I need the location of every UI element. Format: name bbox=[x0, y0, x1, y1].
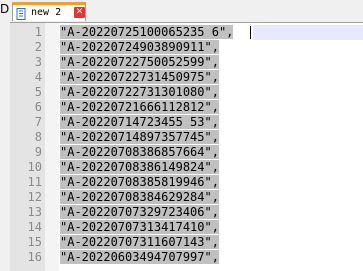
editor-line[interactable]: 15 "A-20220707311607143", bbox=[10, 234, 363, 250]
line-text: "A-20220708384629284", bbox=[60, 189, 219, 205]
editor-line[interactable]: 11 "A-20220708385819946", bbox=[10, 174, 363, 190]
line-number: 14 bbox=[27, 220, 42, 234]
selected-text: "A-20220708386149824", bbox=[60, 160, 219, 174]
line-text: "A-20220721666112812", bbox=[60, 99, 219, 115]
line-text: "A-20220714723455 53", bbox=[60, 114, 219, 130]
editor-line[interactable]: 5 "A-20220722731301080", bbox=[10, 84, 363, 100]
line-number: 15 bbox=[27, 235, 42, 249]
line-number: 2 bbox=[34, 40, 42, 54]
editor-line[interactable]: 12 "A-20220708384629284", bbox=[10, 189, 363, 205]
text-editor[interactable]: 1 "A-20220725100065235 6", 2 "A-20220724903… bbox=[10, 23, 363, 271]
line-number: 8 bbox=[34, 130, 42, 144]
editor-line[interactable]: 9 "A-20220708386857664", bbox=[10, 144, 363, 160]
editor-line[interactable]: 10 "A-20220708386149824", bbox=[10, 159, 363, 175]
document-icon bbox=[16, 8, 26, 20]
line-number: 1 bbox=[34, 25, 42, 39]
line-text: "A-20220722750052599", bbox=[60, 54, 219, 70]
selected-text: "A-20220722731450975", bbox=[60, 70, 219, 84]
line-number: 9 bbox=[34, 145, 42, 159]
selected-text: "A-20220721666112812", bbox=[60, 100, 219, 114]
line-number: 10 bbox=[27, 160, 42, 174]
line-number: 7 bbox=[34, 115, 42, 129]
line-number: 6 bbox=[34, 100, 42, 114]
line-text: "A-20220714897357745", bbox=[60, 129, 219, 145]
line-text: "A-20220707311607143", bbox=[60, 234, 219, 250]
editor-line[interactable]: 4 "A-20220722731450975", bbox=[10, 69, 363, 85]
line-text: "A-20220722731450975", bbox=[60, 69, 219, 85]
editor-line[interactable]: 7 "A-20220714723455 53", bbox=[10, 114, 363, 130]
line-number: 4 bbox=[34, 70, 42, 84]
selected-text: "A-20220714723455 53", bbox=[60, 115, 219, 129]
line-text: "A-20220603494707997", bbox=[60, 249, 219, 265]
selected-text: "A-20220603494707997", bbox=[60, 250, 219, 264]
line-number: 11 bbox=[27, 175, 42, 189]
editor-line[interactable]: 8 "A-20220714897357745", bbox=[10, 129, 363, 145]
selected-text: "A-20220707311607143", bbox=[60, 235, 219, 249]
selected-text: "A-20220722750052599", bbox=[60, 55, 219, 69]
selected-text: "A-20220708385819946", bbox=[60, 175, 219, 189]
line-text: "A-20220707329723406", bbox=[60, 204, 219, 220]
selected-text: "A-20220707329723406", bbox=[60, 205, 219, 219]
line-text: "A-20220708386149824", bbox=[60, 159, 219, 175]
tab-new-2[interactable]: new 2 ✕ bbox=[12, 2, 86, 21]
line-number: 5 bbox=[34, 85, 42, 99]
editor-line[interactable]: 13 "A-20220707329723406", bbox=[10, 204, 363, 220]
editor-line[interactable]: 14 "A-20220707313417410", bbox=[10, 219, 363, 235]
selected-text: "A-20220708384629284", bbox=[60, 190, 219, 204]
line-text: "A-20220708385819946", bbox=[60, 174, 219, 190]
selected-text: "A-20220708386857664", bbox=[60, 145, 219, 159]
line-text: "A-20220708386857664", bbox=[60, 144, 219, 160]
tab-bar: new 2 ✕ bbox=[10, 0, 363, 23]
line-number: 13 bbox=[27, 205, 42, 219]
line-number: 3 bbox=[34, 55, 42, 69]
editor-line[interactable]: 1 "A-20220725100065235 6", bbox=[10, 24, 363, 40]
line-text: "A-20220722731301080", bbox=[60, 84, 219, 100]
editor-line[interactable]: 2 "A-20220724903890911", bbox=[10, 39, 363, 55]
line-text: "A-20220725100065235 6", bbox=[60, 24, 234, 40]
line-text: "A-20220724903890911", bbox=[60, 39, 219, 55]
current-line-highlight bbox=[253, 25, 363, 40]
text-caret bbox=[250, 26, 251, 39]
editor-line[interactable]: 16 "A-20220603494707997", bbox=[10, 249, 363, 265]
selected-text: "A-20220707313417410", bbox=[60, 220, 219, 234]
selected-text: "A-20220724903890911", bbox=[60, 40, 219, 54]
editor-line[interactable]: 6 "A-20220721666112812", bbox=[10, 99, 363, 115]
editor-line[interactable]: 3 "A-20220722750052599", bbox=[10, 54, 363, 70]
tab-label: new 2 bbox=[31, 7, 62, 18]
selected-text: "A-20220725100065235 6", bbox=[60, 25, 234, 39]
background-text-fragment: D bbox=[0, 2, 10, 16]
line-number: 16 bbox=[27, 250, 42, 264]
close-icon[interactable]: ✕ bbox=[74, 7, 85, 18]
selected-text: "A-20220714897357745", bbox=[60, 130, 219, 144]
line-text: "A-20220707313417410", bbox=[60, 219, 219, 235]
line-number: 12 bbox=[27, 190, 42, 204]
selected-text: "A-20220722731301080", bbox=[60, 85, 219, 99]
